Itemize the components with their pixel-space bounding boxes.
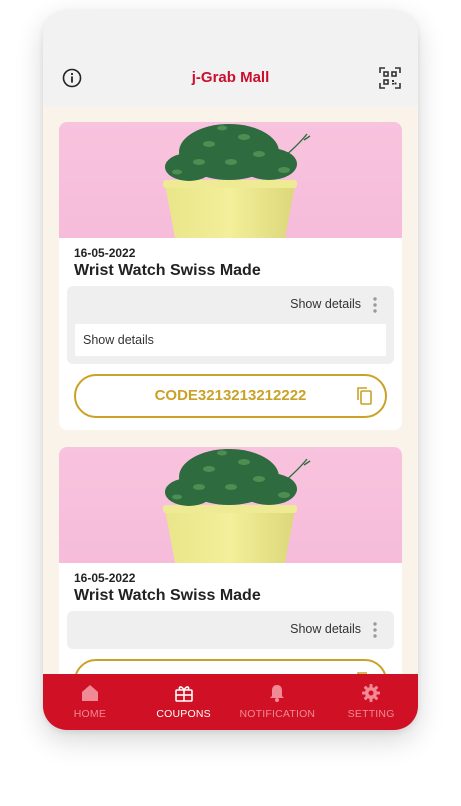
details-content: Show details <box>75 324 386 356</box>
coupon-card: 16-05-2022 Wrist Watch Swiss Made Show d… <box>59 122 402 430</box>
qr-code-icon[interactable] <box>379 67 401 89</box>
plant-image <box>59 447 402 563</box>
coupon-list[interactable]: 16-05-2022 Wrist Watch Swiss Made Show d… <box>43 106 418 674</box>
tab-label: HOME <box>73 708 107 720</box>
tab-label: NOTIFICATION <box>239 708 316 720</box>
coupon-card: 16-05-2022 Wrist Watch Swiss Made Show d… <box>59 447 402 674</box>
coupon-date: 16-05-2022 <box>74 571 136 585</box>
tab-label: COUPONS <box>156 708 211 720</box>
coupon-code: CODE3213213212222 <box>154 387 307 404</box>
coupon-date: 16-05-2022 <box>74 246 136 260</box>
show-details-label: Show details <box>290 297 361 311</box>
coupon-icon <box>174 686 193 702</box>
app-title: j-Grab Mall <box>191 69 270 86</box>
details-panel: Show details <box>67 611 394 649</box>
app-header: j-Grab Mall <box>43 10 418 106</box>
tab-notification[interactable]: NOTIFICATION <box>231 674 325 730</box>
home-icon <box>81 685 98 701</box>
more-vertical-icon[interactable] <box>373 622 377 638</box>
show-details-toggle[interactable]: Show details <box>67 286 394 324</box>
show-details-label: Show details <box>290 622 361 636</box>
gear-icon <box>362 684 381 702</box>
bottom-tab-bar: HOME COUPONS NOTIFICATION SETTING <box>43 674 418 730</box>
coupon-name: Wrist Watch Swiss Made <box>74 262 261 279</box>
show-details-toggle[interactable]: Show details <box>67 611 394 649</box>
coupon-name: Wrist Watch Swiss Made <box>74 587 261 604</box>
plant-image <box>59 122 402 238</box>
tab-coupons[interactable]: COUPONS <box>137 674 231 730</box>
tab-label: SETTING <box>347 708 395 720</box>
more-vertical-icon[interactable] <box>373 297 377 313</box>
copy-icon[interactable] <box>355 386 373 406</box>
phone-frame: j-Grab Mall 16-05-2022 Wrist Watch Swiss… <box>43 10 418 730</box>
bell-icon <box>270 685 285 702</box>
tab-home[interactable]: HOME <box>43 674 137 730</box>
coupon-code-button[interactable]: CODE3213213212222 <box>74 374 387 418</box>
tab-setting[interactable]: SETTING <box>324 674 418 730</box>
details-panel: Show details Show details <box>67 286 394 364</box>
coupon-code-button[interactable] <box>74 659 387 674</box>
